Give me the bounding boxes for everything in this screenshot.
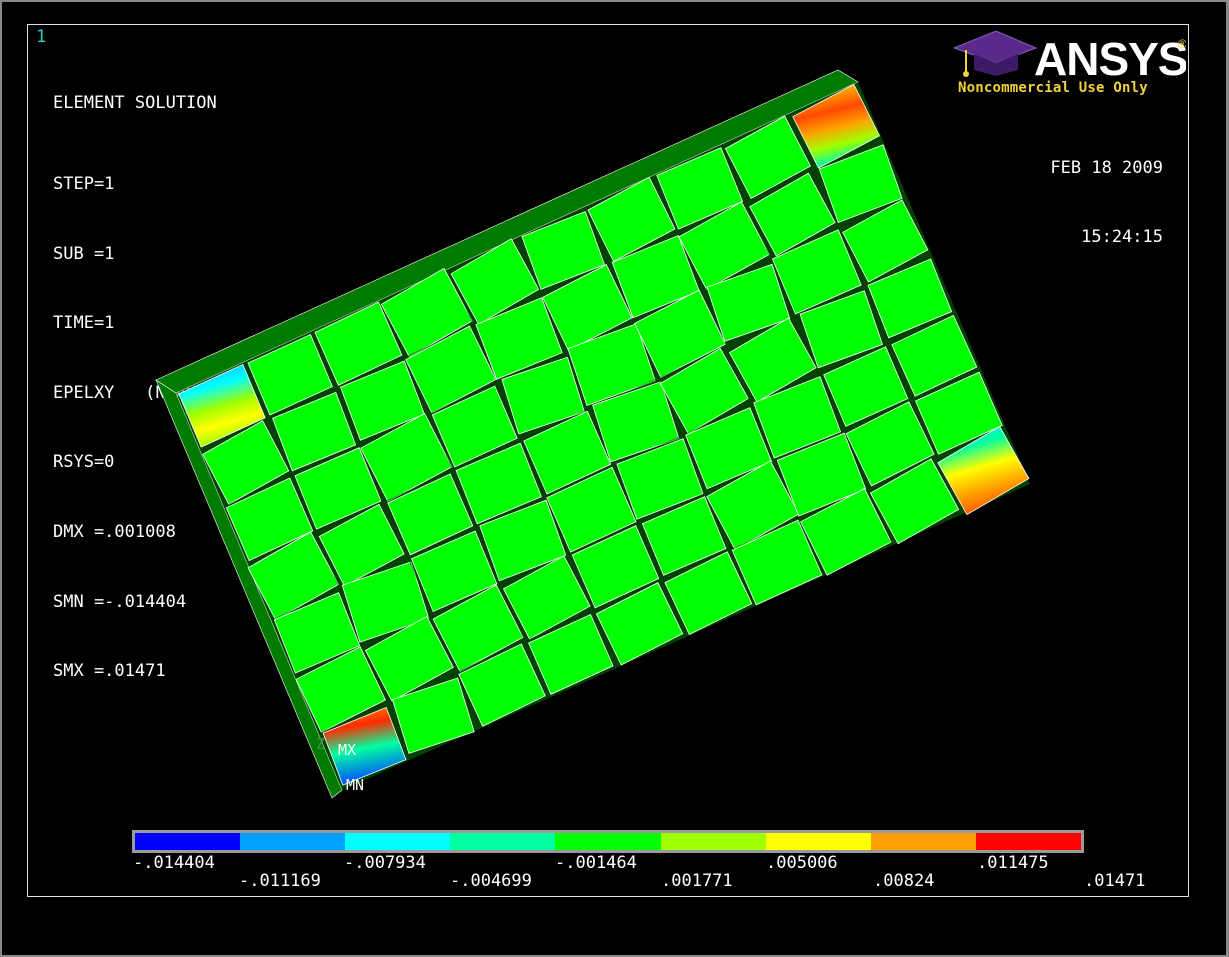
legend-color-swatch: [660, 833, 766, 850]
legend-tick-label: .001771: [661, 871, 733, 891]
legend-tick-label: -.004699: [450, 871, 532, 891]
legend-color-swatch: [240, 833, 346, 850]
min-marker-label: MN: [346, 776, 365, 794]
legend-color-swatch: [765, 833, 871, 850]
legend-tick-label: -.011169: [239, 871, 321, 891]
legend-color-swatch: [135, 833, 241, 850]
contour-legend-bar: [132, 830, 1084, 853]
legend-tick-label: -.014404: [133, 853, 215, 873]
legend-color-swatch: [870, 833, 976, 850]
deformed-mesh-plot: [155, 69, 1030, 799]
legend-color-swatch: [975, 833, 1081, 850]
triad-axis-label: Z: [316, 735, 326, 753]
legend-color-swatch: [450, 833, 556, 850]
legend-tick-label: .011475: [977, 853, 1049, 873]
legend-color-swatch: [345, 833, 451, 850]
legend-color-swatch: [555, 833, 661, 850]
legend-tick-label: -.001464: [555, 853, 637, 873]
max-marker-label: MX: [338, 741, 357, 759]
legend-tick-label: .01471: [1084, 871, 1146, 891]
legend-tick-label: .00824: [873, 871, 935, 891]
legend-tick-label: -.007934: [344, 853, 426, 873]
legend-tick-label: .005006: [766, 853, 838, 873]
